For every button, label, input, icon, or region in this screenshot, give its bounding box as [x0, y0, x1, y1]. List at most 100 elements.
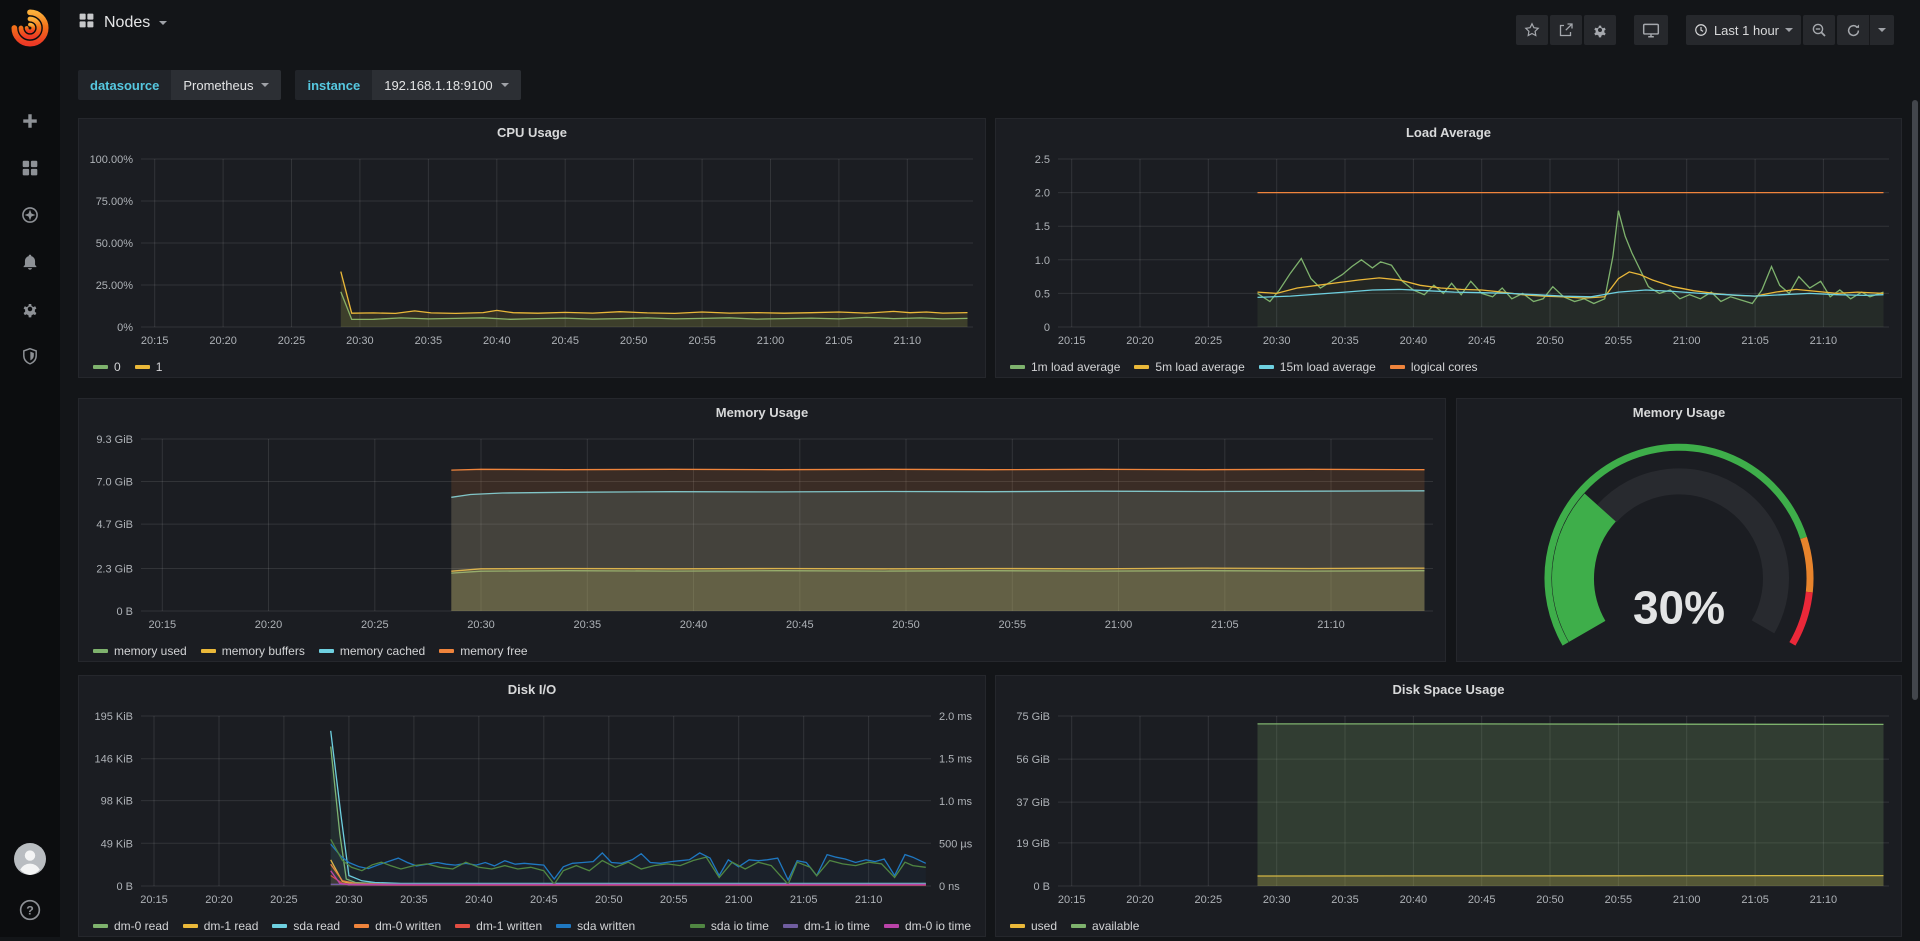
panel-title[interactable]: Disk I/O — [79, 676, 985, 702]
panel-title[interactable]: Load Average — [996, 119, 1901, 145]
svg-text:4.7 GiB: 4.7 GiB — [96, 519, 133, 531]
disk-space-chart[interactable]: 0 B19 GiB37 GiB56 GiB75 GiB20:1520:2020:… — [996, 702, 1901, 917]
svg-text:20:35: 20:35 — [400, 894, 428, 906]
svg-text:20:20: 20:20 — [255, 619, 283, 631]
svg-text:7.0 GiB: 7.0 GiB — [96, 477, 133, 489]
svg-text:20:30: 20:30 — [346, 335, 374, 347]
variable-datasource-value[interactable]: Prometheus — [171, 70, 281, 100]
cpu-legend: 01 — [79, 358, 985, 382]
user-avatar[interactable] — [14, 843, 46, 875]
legend-item[interactable]: memory cached — [319, 644, 425, 658]
legend-item[interactable]: 15m load average — [1259, 360, 1376, 374]
dashboard-breadcrumb[interactable]: Nodes — [78, 12, 167, 34]
svg-text:21:05: 21:05 — [790, 894, 818, 906]
svg-text:0: 0 — [1044, 322, 1050, 334]
disk-io-legend: dm-0 read dm-1 read sda read dm-0 written dm… — [79, 917, 985, 941]
svg-text:21:00: 21:00 — [757, 335, 785, 347]
panel-title[interactable]: CPU Usage — [79, 119, 985, 145]
svg-text:20:25: 20:25 — [361, 619, 389, 631]
legend-item[interactable]: sda io time — [690, 919, 769, 933]
legend-item[interactable]: sda written — [556, 919, 635, 933]
legend-item[interactable]: dm-1 read — [183, 919, 259, 933]
panel-title[interactable]: Disk Space Usage — [996, 676, 1901, 702]
legend-item[interactable]: 0 — [93, 360, 121, 374]
svg-text:20:30: 20:30 — [1263, 335, 1291, 347]
svg-text:20:25: 20:25 — [270, 894, 298, 906]
legend-item[interactable]: sda read — [272, 919, 340, 933]
svg-text:20:50: 20:50 — [595, 894, 623, 906]
create-plus-icon[interactable] — [21, 112, 39, 130]
panel-title[interactable]: Memory Usage — [79, 399, 1445, 425]
legend-item[interactable]: 1m load average — [1010, 360, 1120, 374]
legend-item[interactable]: memory used — [93, 644, 187, 658]
svg-text:21:00: 21:00 — [725, 894, 753, 906]
scrollbar-thumb[interactable] — [1912, 100, 1918, 700]
legend-item[interactable]: dm-0 io time — [884, 919, 971, 933]
zoom-out-button[interactable] — [1803, 15, 1835, 45]
dashboard-grid-icon — [78, 12, 95, 34]
svg-text:20:55: 20:55 — [688, 335, 716, 347]
legend-item[interactable]: 1 — [135, 360, 163, 374]
disk-io-chart[interactable]: 0 B49 KiB98 KiB146 KiB195 KiB0 ns500 µs1… — [79, 702, 985, 917]
clock-icon — [1694, 23, 1708, 37]
refresh-interval-dropdown[interactable] — [1869, 15, 1894, 45]
panel-memory-usage-gauge: Memory Usage 30% — [1456, 398, 1902, 662]
star-button[interactable] — [1516, 15, 1548, 45]
svg-text:21:10: 21:10 — [894, 335, 922, 347]
legend-item[interactable]: memory buffers — [201, 644, 305, 658]
share-button[interactable] — [1550, 15, 1582, 45]
caret-down-icon — [501, 83, 509, 87]
svg-text:100.00%: 100.00% — [90, 154, 134, 166]
panel-load-average: Load Average 00.51.01.52.02.520:1520:202… — [995, 118, 1902, 378]
alerting-bell-icon[interactable] — [21, 253, 39, 271]
grafana-logo[interactable] — [0, 0, 60, 56]
svg-text:9.3 GiB: 9.3 GiB — [96, 434, 133, 446]
server-admin-shield-icon[interactable] — [21, 347, 39, 365]
svg-text:1.5: 1.5 — [1035, 221, 1050, 233]
dashboard-settings-button[interactable] — [1584, 15, 1616, 45]
svg-text:21:05: 21:05 — [825, 335, 853, 347]
legend-item[interactable]: memory free — [439, 644, 527, 658]
cpu-usage-chart[interactable]: 0%25.00%50.00%75.00%100.00%20:1520:2020:… — [79, 145, 985, 358]
svg-text:20:15: 20:15 — [1058, 335, 1086, 347]
svg-text:49 KiB: 49 KiB — [101, 838, 133, 850]
memory-usage-gauge: 30% — [1457, 425, 1901, 666]
legend-item[interactable]: logical cores — [1390, 360, 1478, 374]
legend-item[interactable]: dm-0 written — [354, 919, 441, 933]
panel-title[interactable]: Memory Usage — [1457, 399, 1901, 425]
legend-item[interactable]: 5m load average — [1134, 360, 1244, 374]
svg-text:20:45: 20:45 — [551, 335, 579, 347]
cycle-view-mode-button[interactable] — [1634, 15, 1668, 45]
svg-text:19 GiB: 19 GiB — [1016, 838, 1050, 850]
dashboards-grid-icon[interactable] — [21, 159, 39, 177]
help-icon[interactable]: ? — [19, 899, 41, 921]
explore-compass-icon[interactable] — [21, 206, 39, 224]
svg-text:20:40: 20:40 — [483, 335, 511, 347]
legend-item[interactable]: used — [1010, 919, 1057, 933]
legend-item[interactable]: available — [1071, 919, 1139, 933]
svg-text:20:35: 20:35 — [1331, 335, 1359, 347]
caret-down-icon — [1878, 28, 1886, 32]
svg-text:1.5 ms: 1.5 ms — [939, 754, 973, 766]
svg-text:20:15: 20:15 — [141, 335, 169, 347]
load-average-chart[interactable]: 00.51.01.52.02.520:1520:2020:2520:3020:3… — [996, 145, 1901, 358]
legend-item[interactable]: dm-1 io time — [783, 919, 870, 933]
svg-text:20:25: 20:25 — [1195, 894, 1223, 906]
configuration-gear-icon[interactable] — [21, 300, 39, 318]
svg-text:20:50: 20:50 — [1536, 894, 1564, 906]
memory-usage-chart[interactable]: 0 B2.3 GiB4.7 GiB7.0 GiB9.3 GiB20:1520:2… — [79, 425, 1445, 642]
svg-text:21:10: 21:10 — [1810, 335, 1838, 347]
legend-item[interactable]: dm-0 read — [93, 919, 169, 933]
time-range-picker[interactable]: Last 1 hour — [1686, 15, 1801, 45]
svg-text:21:05: 21:05 — [1211, 619, 1239, 631]
refresh-button[interactable] — [1837, 15, 1869, 45]
svg-text:21:05: 21:05 — [1741, 894, 1769, 906]
svg-text:20:25: 20:25 — [278, 335, 306, 347]
variable-instance-value[interactable]: 192.168.1.18:9100 — [372, 70, 520, 100]
svg-text:20:45: 20:45 — [1468, 894, 1496, 906]
legend-item[interactable]: dm-1 written — [455, 919, 542, 933]
svg-text:0%: 0% — [117, 322, 133, 334]
svg-text:20:20: 20:20 — [205, 894, 233, 906]
svg-text:1.0: 1.0 — [1035, 255, 1050, 267]
svg-text:20:20: 20:20 — [1126, 894, 1154, 906]
